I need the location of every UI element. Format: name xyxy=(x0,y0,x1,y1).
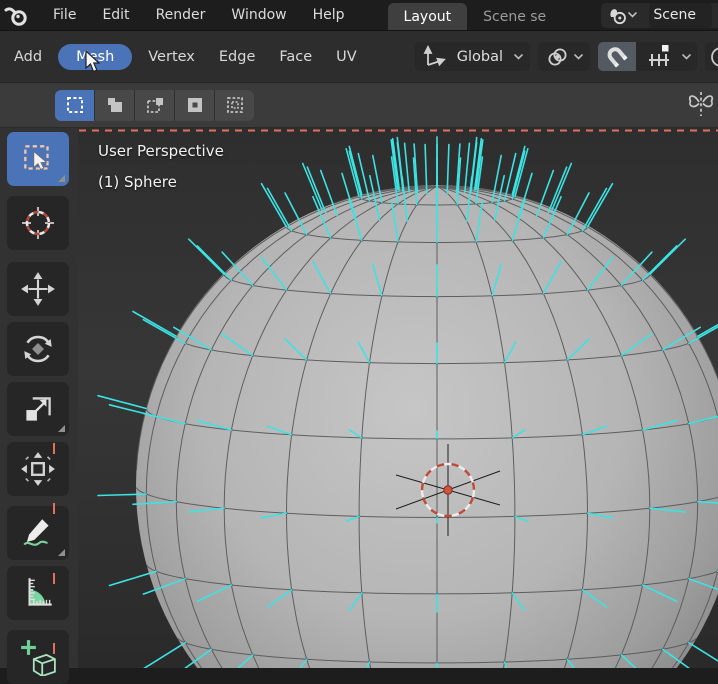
select-invert-mode[interactable] xyxy=(175,90,214,121)
measure-tool[interactable] xyxy=(7,566,69,620)
select-invert-icon xyxy=(185,95,205,115)
annotate-tool[interactable] xyxy=(7,506,69,560)
symmetry-butterfly-icon xyxy=(686,89,716,119)
active-object-label: (1) Sphere xyxy=(98,173,177,191)
menu-uv[interactable]: UV xyxy=(324,44,369,70)
select-box-tool[interactable] xyxy=(7,132,69,186)
transform-orientation-icon xyxy=(422,45,446,69)
select-subtract-mode[interactable] xyxy=(135,90,174,121)
pivot-point-icon xyxy=(545,45,569,69)
move-tool[interactable] xyxy=(7,262,69,316)
snap-chevron[interactable] xyxy=(682,42,697,71)
scene-name[interactable]: Scene xyxy=(649,3,712,28)
view-perspective-label: User Perspective xyxy=(98,142,224,160)
menu-add[interactable]: Add xyxy=(2,44,54,70)
record-border-dash xyxy=(53,643,55,654)
scale-tool[interactable] xyxy=(7,382,69,436)
rotate-icon xyxy=(19,330,57,368)
select-subtract-icon xyxy=(145,95,165,115)
transform-icon xyxy=(19,450,57,488)
tool-settings-bar xyxy=(0,83,718,128)
scene-selector[interactable]: Scene xyxy=(601,3,718,28)
snap-toggle[interactable] xyxy=(598,42,636,71)
select-set-icon xyxy=(65,95,85,115)
chevron-down-icon xyxy=(574,54,583,60)
select-intersect-icon xyxy=(225,95,245,115)
select-extend-mode[interactable] xyxy=(95,90,134,121)
scale-icon xyxy=(19,390,57,428)
proportional-editing-toggle[interactable] xyxy=(705,42,718,71)
menu-vertex[interactable]: Vertex xyxy=(136,44,207,70)
orientation-value: Global xyxy=(451,49,509,65)
3d-viewport-canvas[interactable] xyxy=(0,128,718,668)
menu-face[interactable]: Face xyxy=(267,44,324,70)
snap-magnet-icon xyxy=(604,44,630,70)
menu-window[interactable]: Window xyxy=(218,3,299,27)
snapping-controls xyxy=(598,42,697,71)
tab-scene-se[interactable]: Scene se xyxy=(467,3,562,30)
cursor-tool-icon xyxy=(18,203,58,243)
select-set-mode[interactable] xyxy=(55,90,94,121)
mouse-cursor xyxy=(84,50,104,74)
select-box-icon xyxy=(19,140,57,178)
transform-tool[interactable] xyxy=(7,442,69,496)
chevron-down-icon xyxy=(514,54,523,60)
select-extend-icon xyxy=(105,95,125,115)
viewport-header: Add Mesh Vertex Edge Face UV Global xyxy=(0,31,718,83)
select-intersect-mode[interactable] xyxy=(215,90,254,121)
menu-edit[interactable]: Edit xyxy=(89,3,142,27)
tab-layout[interactable]: Layout xyxy=(388,3,468,30)
select-mode-group xyxy=(55,90,254,121)
add-cube-icon xyxy=(19,638,57,676)
move-icon xyxy=(19,270,57,308)
record-border-dash xyxy=(53,443,55,454)
pivot-point-dropdown[interactable] xyxy=(538,42,590,71)
mesh-symmetry-x-toggle[interactable] xyxy=(686,89,716,123)
3d-viewport: User Perspective (1) Sphere xyxy=(0,128,718,668)
measure-icon xyxy=(19,574,57,612)
proportional-editing-icon xyxy=(708,44,718,70)
add-cube-tool[interactable] xyxy=(7,630,69,684)
menu-edge[interactable]: Edge xyxy=(207,44,268,70)
record-border-dash xyxy=(53,503,55,514)
cursor-tool[interactable] xyxy=(7,196,69,250)
snap-with-dropdown[interactable] xyxy=(636,42,682,71)
annotate-icon xyxy=(19,514,57,552)
topbar: File Edit Render Window Help Layout Scen… xyxy=(0,0,718,31)
record-border-dash xyxy=(53,573,55,584)
snap-increment-icon xyxy=(645,43,673,71)
workspace-tabs: Layout Scene se xyxy=(388,0,563,30)
menu-help[interactable]: Help xyxy=(300,3,358,27)
chevron-down-icon xyxy=(682,54,691,60)
menu-file[interactable]: File xyxy=(40,3,89,27)
blender-logo-icon xyxy=(4,2,30,28)
menu-render[interactable]: Render xyxy=(143,3,219,27)
rotate-tool[interactable] xyxy=(7,322,69,376)
scene-icon xyxy=(606,4,628,26)
transform-orientation-dropdown[interactable]: Global xyxy=(415,42,530,71)
chevron-down-icon xyxy=(628,12,637,18)
header-right-controls: Global xyxy=(415,31,718,82)
toolbar xyxy=(0,128,78,668)
